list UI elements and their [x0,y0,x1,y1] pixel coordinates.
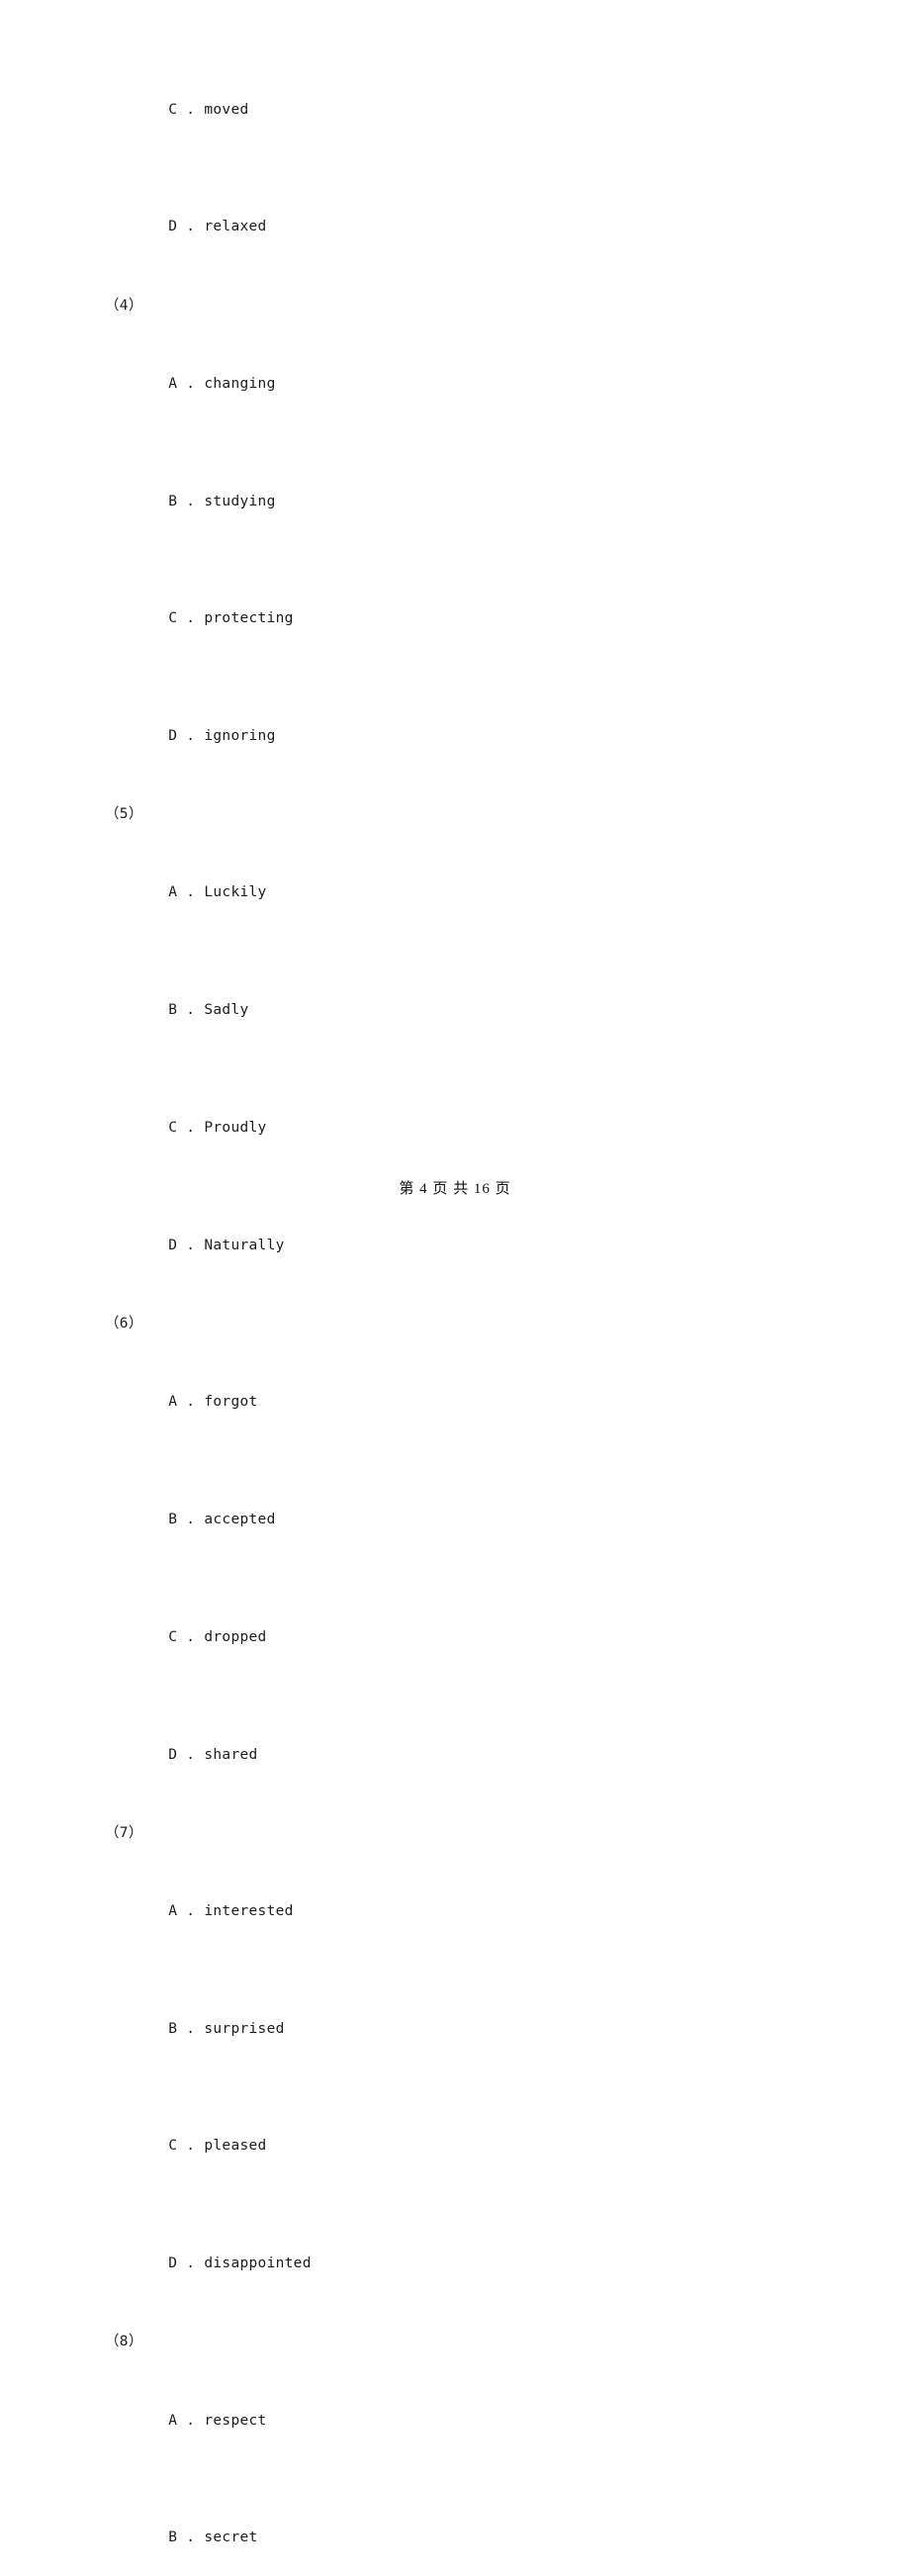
option-letter: A [168,1394,178,1411]
exam-page: C . moved D . relaxed （4） A . changing B… [0,0,910,2545]
option-letter: A [168,884,178,901]
option-line: B . studying [97,443,841,561]
option-text: dropped [204,1628,267,1645]
option-letter: B [168,493,178,509]
option-letter: B [168,2020,178,2037]
blank-group-8: （8） A . respect B . secret C . regret D … [97,2323,841,2576]
option-group-continued: C . moved D . relaxed [97,51,841,287]
option-text: shared [204,1746,258,1763]
option-separator: . [177,1628,205,1645]
option-letter: C [168,101,178,118]
option-text: relaxed [204,219,267,235]
option-letter: D [168,1237,178,1253]
option-text: respect [204,2412,267,2429]
page-content: C . moved D . relaxed （4） A . changing B… [97,51,841,2576]
option-separator: . [177,2020,205,2037]
option-letter: A [168,375,178,392]
option-separator: . [177,493,205,509]
option-separator: . [177,1120,205,1137]
option-line: C . pleased [97,2088,841,2206]
option-text: ignoring [204,728,276,745]
option-line: A . interested [97,1853,841,1971]
option-letter: B [168,2530,178,2546]
option-line: D . disappointed [97,2206,841,2324]
option-separator: . [177,1902,205,1919]
option-line: A . Luckily [97,835,841,953]
option-separator: . [177,1002,205,1019]
option-separator: . [177,728,205,745]
option-separator: . [177,884,205,901]
option-line: B . secret [97,2480,841,2576]
option-line: C . Proudly [97,1069,841,1187]
option-letter: B [168,1002,178,1019]
option-separator: . [177,1237,205,1253]
option-separator: . [177,1394,205,1411]
option-letter: D [168,2255,178,2272]
option-line: D . Naturally [97,1187,841,1305]
option-text: protecting [204,610,294,627]
option-separator: . [177,219,205,235]
blank-number: （7） [105,1824,143,1841]
blank-group-5: （5） A . Luckily B . Sadly C . Proudly D … [97,795,841,1305]
option-letter: A [168,1902,178,1919]
blank-number: （6） [105,1316,143,1332]
option-line: C . dropped [97,1579,841,1697]
option-text: pleased [204,2138,267,2155]
blank-number: （4） [105,297,143,314]
option-line: D . shared [97,1697,841,1814]
option-text: studying [204,493,276,509]
option-letter: D [168,1746,178,1763]
option-letter: D [168,728,178,745]
option-letter: C [168,610,178,627]
option-separator: . [177,2530,205,2546]
option-letter: C [168,2138,178,2155]
option-line: C . moved [97,51,841,169]
option-line: B . surprised [97,1971,841,2088]
option-text: Luckily [204,884,267,901]
option-separator: . [177,610,205,627]
option-letter: B [168,1511,178,1527]
option-text: Naturally [204,1237,285,1253]
option-letter: A [168,2412,178,2429]
option-letter: C [168,1120,178,1137]
blank-group-7: （7） A . interested B . surprised C . ple… [97,1814,841,2324]
option-text: Sadly [204,1002,249,1019]
option-line: D . ignoring [97,679,841,796]
option-line: D . relaxed [97,169,841,287]
option-line: A . changing [97,325,841,443]
option-separator: . [177,375,205,392]
option-text: interested [204,1902,294,1919]
option-text: accepted [204,1511,276,1527]
blank-group-6: （6） A . forgot B . accepted C . dropped … [97,1305,841,1814]
option-letter: D [168,219,178,235]
option-text: moved [204,101,249,118]
option-separator: . [177,2412,205,2429]
blank-number: （5） [105,806,143,823]
option-text: Proudly [204,1120,267,1137]
option-text: disappointed [204,2255,312,2272]
option-separator: . [177,2138,205,2155]
option-line: A . respect [97,2362,841,2480]
option-text: changing [204,375,276,392]
option-text: secret [204,2530,258,2546]
option-line: C . protecting [97,561,841,679]
option-line: A . forgot [97,1344,841,1462]
blank-group-4: （4） A . changing B . studying C . protec… [97,287,841,796]
option-line: B . Sadly [97,953,841,1070]
page-footer: 第 4 页 共 16 页 [399,1181,511,1197]
option-separator: . [177,1746,205,1763]
option-separator: . [177,1511,205,1527]
option-separator: . [177,101,205,118]
option-text: forgot [204,1394,258,1411]
option-line: B . accepted [97,1461,841,1579]
option-text: surprised [204,2020,285,2037]
option-letter: C [168,1628,178,1645]
blank-number: （8） [105,2334,143,2350]
option-separator: . [177,2255,205,2272]
